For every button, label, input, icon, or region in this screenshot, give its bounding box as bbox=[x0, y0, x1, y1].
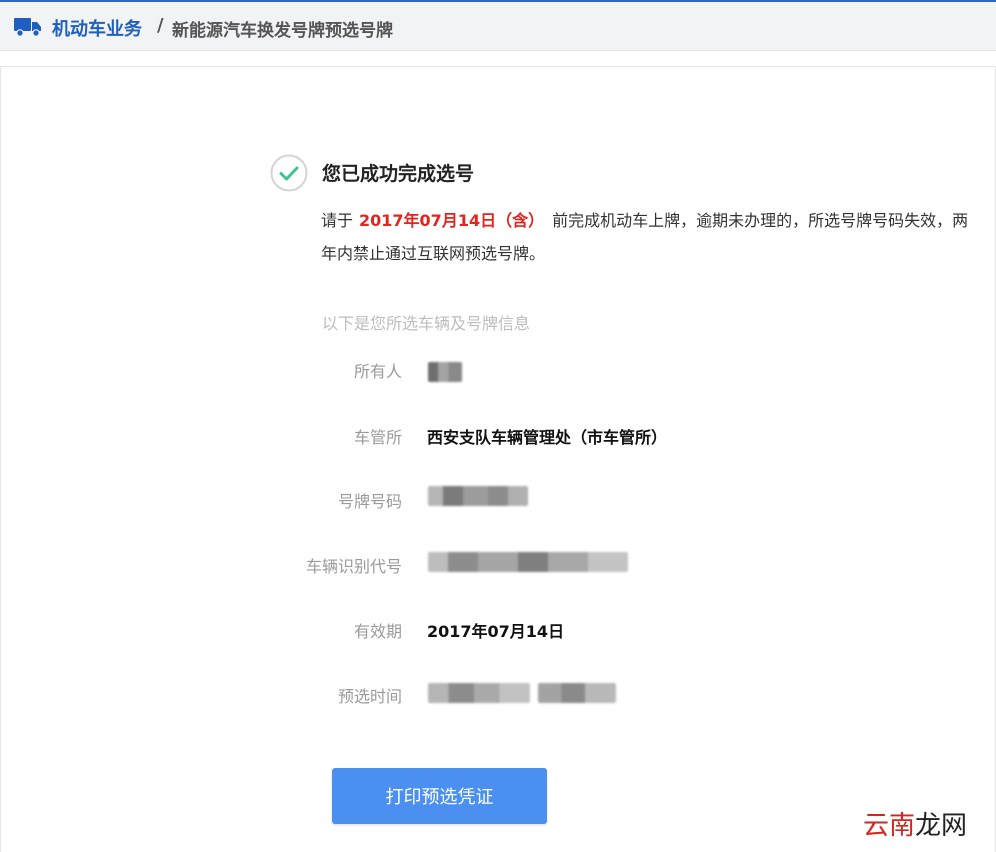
breadcrumb-separator: / bbox=[157, 15, 164, 36]
success-title: 您已成功完成选号 bbox=[322, 163, 475, 185]
breadcrumb-motor-vehicle-business[interactable]: 机动车业务 bbox=[52, 15, 142, 41]
owner-value-redacted bbox=[428, 362, 462, 382]
site-watermark: 云南龙网 bbox=[863, 811, 968, 841]
selection-date-redacted bbox=[428, 683, 530, 703]
print-certificate-button[interactable]: 打印预选凭证 bbox=[332, 768, 547, 824]
breadcrumb-current-page: 新能源汽车换发号牌预选号牌 bbox=[172, 21, 393, 41]
vehicle-office-label: 车管所 bbox=[353, 428, 402, 447]
notice-deadline-date: 2017年07月14日（含） bbox=[359, 211, 545, 230]
selection-time-redacted bbox=[538, 683, 616, 703]
validity-label: 有效期 bbox=[353, 622, 402, 641]
check-circle-icon bbox=[270, 154, 308, 192]
validity-value: 2017年07月14日 bbox=[427, 622, 565, 641]
selection-time-label: 预选时间 bbox=[337, 687, 402, 706]
plate-number-label: 号牌号码 bbox=[337, 492, 402, 511]
breadcrumb-header: 机动车业务 / 新能源汽车换发号牌预选号牌 bbox=[0, 2, 996, 51]
notice-prefix: 请于 bbox=[321, 211, 354, 230]
vehicle-info-caption: 以下是您所选车辆及号牌信息 bbox=[322, 314, 531, 333]
owner-label: 所有人 bbox=[353, 362, 402, 381]
vin-label: 车辆识别代号 bbox=[305, 557, 402, 576]
truck-icon bbox=[14, 18, 41, 37]
deadline-notice: 请于 2017年07月14日（含） 前完成机动车上牌，逾期未办理的，所选号牌号码失效… bbox=[321, 204, 971, 270]
content-panel bbox=[0, 66, 996, 852]
vin-value-redacted bbox=[428, 552, 628, 572]
vehicle-office-value: 西安支队车辆管理处（市车管所） bbox=[427, 428, 668, 447]
plate-number-value-redacted bbox=[428, 486, 528, 506]
